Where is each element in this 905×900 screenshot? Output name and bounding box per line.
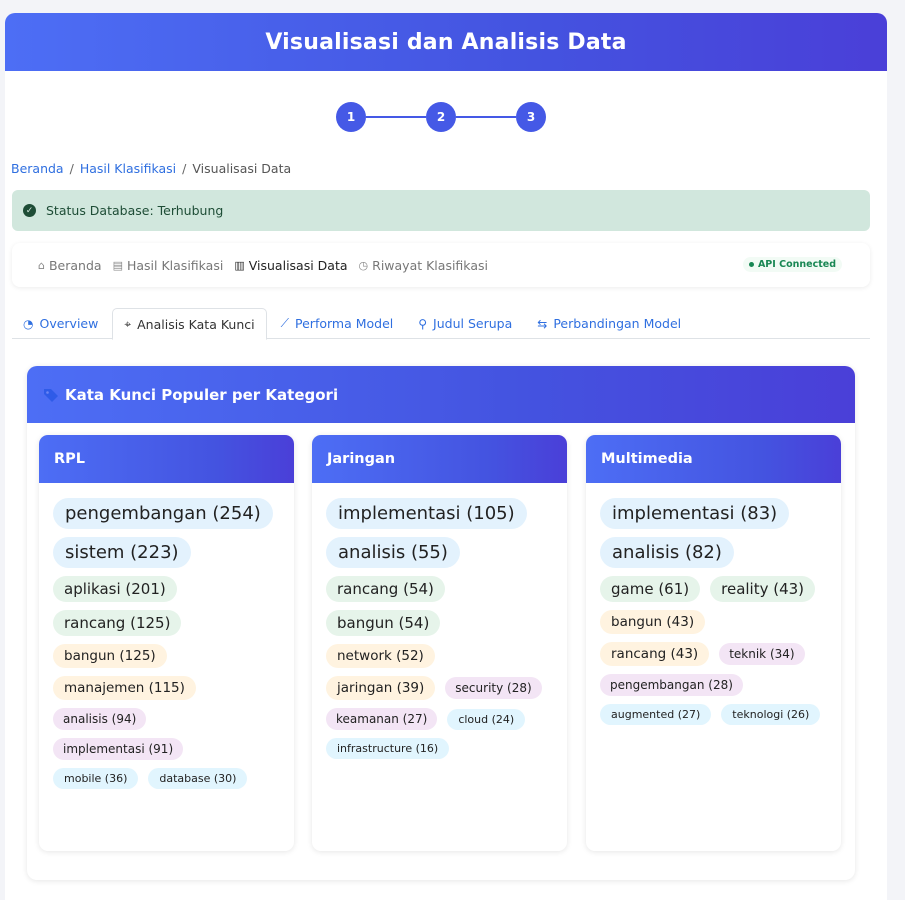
keyword-badge: rancang (125) (53, 610, 182, 636)
keyword-badge: teknologi (26) (721, 704, 821, 725)
tab-label: Perbandingan Model (553, 316, 682, 331)
keyword-badge: sistem (223) (53, 537, 191, 568)
breadcrumb-current: Visualisasi Data (192, 161, 292, 176)
nav-item-beranda[interactable]: ⌂ Beranda (38, 258, 102, 273)
top-navbar: ⌂ Beranda ▤ Hasil Klasifikasi ▥ Visualis… (12, 243, 870, 287)
keyword-badge: augmented (27) (600, 704, 712, 725)
status-text: Status Database: Terhubung (46, 203, 224, 218)
pie-chart-icon: ◔ (23, 316, 34, 331)
tab-label: Judul Serupa (433, 316, 513, 331)
tab-bar: ◔ Overview ⌖ Analisis Kata Kunci ⟋ Perfo… (12, 308, 870, 340)
step-3[interactable]: 3 (516, 102, 546, 132)
nav-label: Visualisasi Data (248, 257, 348, 273)
nav-label: Riwayat Klasifikasi (372, 257, 488, 273)
nav-item-visualisasi-data[interactable]: ▥ Visualisasi Data (234, 258, 347, 273)
breadcrumb-results-link[interactable]: Hasil Klasifikasi (80, 161, 176, 176)
category-title: Jaringan (312, 435, 567, 483)
tab-label: Analisis Kata Kunci (137, 316, 255, 332)
page-title: Visualisasi dan Analisis Data (265, 29, 627, 55)
keyword-panel-title: Kata Kunci Populer per Kategori (65, 385, 339, 404)
clock-icon: ◷ (358, 258, 369, 272)
tab-perbandingan-model[interactable]: ⇆ Perbandingan Model (526, 308, 692, 339)
category-title: RPL (39, 435, 294, 483)
step-connector (456, 116, 516, 118)
nav-label: Beranda (48, 257, 102, 273)
category-title: Multimedia (586, 435, 841, 483)
keyword-badge: keamanan (27) (326, 708, 438, 730)
breadcrumb: Beranda / Hasil Klasifikasi / Visualisasi Da… (11, 161, 292, 176)
keyword-list: implementasi (105) analisis (55) rancang… (312, 483, 567, 767)
nav-item-hasil-klasifikasi[interactable]: ▤ Hasil Klasifikasi (113, 258, 224, 273)
keyword-list: pengembangan (254) sistem (223) aplikasi… (39, 483, 294, 797)
nav-label: Hasil Klasifikasi (126, 257, 224, 273)
step-2[interactable]: 2 (426, 102, 456, 132)
keyword-badge: network (52) (326, 644, 435, 668)
step-1[interactable]: 1 (336, 102, 366, 132)
search-icon: ⚲ (418, 316, 428, 331)
bar-chart-icon: ▥ (234, 258, 245, 272)
keyword-badge: pengembangan (254) (53, 498, 273, 529)
keyword-badge: bangun (43) (600, 610, 706, 634)
tab-performa-model[interactable]: ⟋ Performa Model (270, 308, 405, 339)
keyword-badge: bangun (125) (53, 644, 167, 668)
file-icon: ▤ (112, 258, 123, 272)
keyword-panel-header: Kata Kunci Populer per Kategori (27, 366, 855, 423)
keyword-badge: implementasi (83) (600, 498, 790, 529)
tab-label: Performa Model (295, 316, 394, 331)
keyword-badge: bangun (54) (326, 610, 441, 636)
tab-judul-serupa[interactable]: ⚲ Judul Serupa (407, 308, 523, 339)
keyword-badge: rancang (54) (326, 576, 445, 602)
keyword-badge: rancang (43) (600, 642, 710, 666)
keyword-badge: cloud (24) (447, 708, 526, 730)
keyword-badge: implementasi (105) (326, 498, 527, 529)
keyword-panel: Kata Kunci Populer per Kategori RPL peng… (27, 366, 855, 880)
status-alert: ✓ Status Database: Terhubung (12, 190, 870, 231)
tags-icon (44, 388, 58, 402)
keyword-badge: jaringan (39) (326, 676, 436, 700)
category-card-multimedia: Multimedia implementasi (83) analisis (8… (586, 435, 841, 851)
keyword-badge: analisis (55) (326, 537, 460, 568)
tab-analisis-kata-kunci[interactable]: ⌖ Analisis Kata Kunci (112, 308, 267, 340)
keyword-badge: mobile (36) (53, 768, 139, 789)
api-status-text: API Connected (757, 259, 836, 270)
api-status-badge: API Connected (742, 257, 842, 272)
tab-overview[interactable]: ◔ Overview (12, 308, 109, 339)
keyword-badge: implementasi (91) (53, 738, 184, 760)
keyword-badge: infrastructure (16) (326, 738, 450, 759)
stepper: 1 2 3 (336, 102, 556, 132)
swap-icon: ⇆ (537, 316, 548, 331)
step-connector (366, 116, 426, 118)
keyword-badge: pengembangan (28) (600, 674, 743, 696)
keyword-badge: analisis (94) (53, 708, 147, 730)
keyword-badge: manajemen (115) (53, 676, 196, 700)
home-icon: ⌂ (38, 258, 45, 272)
keyword-badge: teknik (34) (719, 643, 805, 665)
keyword-badge: database (30) (148, 768, 248, 789)
category-card-jaringan: Jaringan implementasi (105) analisis (55… (312, 435, 567, 851)
category-card-rpl: RPL pengembangan (254) sistem (223) apli… (39, 435, 294, 851)
keyword-badge: security (28) (445, 677, 542, 699)
breadcrumb-home-link[interactable]: Beranda (11, 161, 64, 176)
keyword-badge: reality (43) (710, 576, 816, 602)
keyword-badge: game (61) (600, 576, 701, 602)
keyword-badge: analisis (82) (600, 537, 734, 568)
line-chart-icon: ⟋ (280, 316, 290, 330)
tab-label: Overview (39, 316, 99, 331)
keyword-list: implementasi (83) analisis (82) game (61… (586, 483, 841, 733)
page-header: Visualisasi dan Analisis Data (5, 13, 887, 71)
tag-icon: ⌖ (124, 316, 132, 331)
keyword-badge: aplikasi (201) (53, 576, 177, 602)
status-dot-icon (748, 262, 754, 267)
check-circle-icon: ✓ (23, 204, 36, 217)
nav-item-riwayat-klasifikasi[interactable]: ◷ Riwayat Klasifikasi (359, 258, 488, 273)
